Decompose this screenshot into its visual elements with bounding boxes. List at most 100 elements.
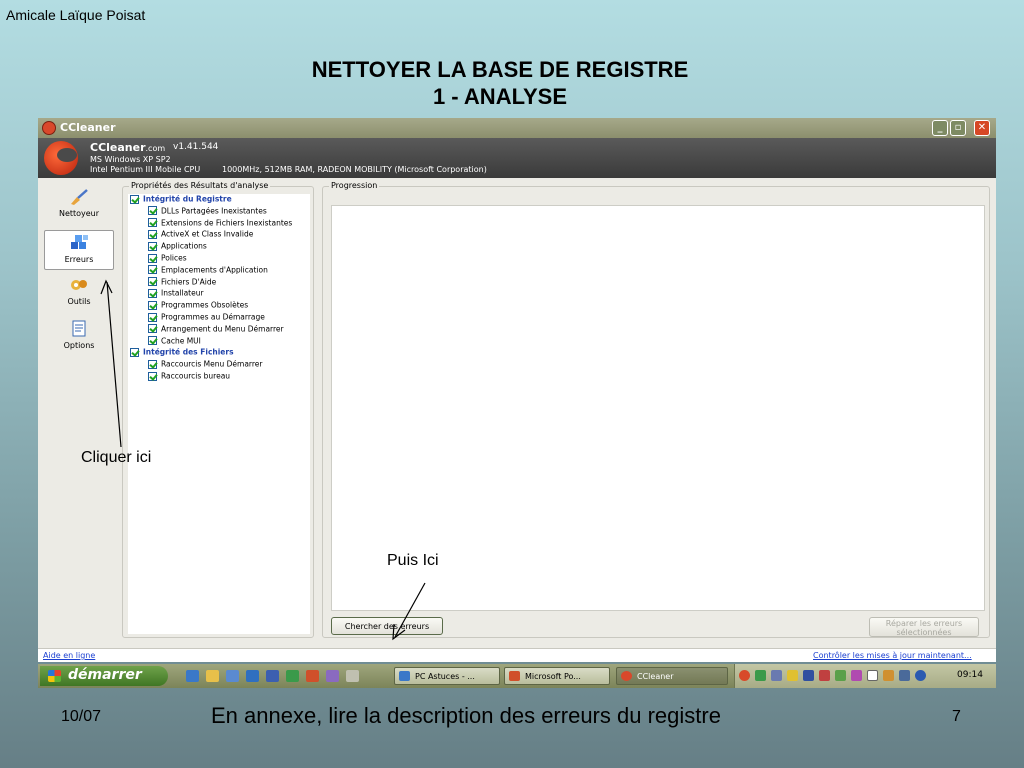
tree-item[interactable]: DLLs Partagées Inexistantes (148, 206, 267, 216)
taskbar-item-ccleaner[interactable]: CCleaner (616, 667, 728, 685)
task-label: Microsoft Po... (525, 672, 581, 681)
nav-label: Options (63, 341, 95, 350)
tree-item-label: Programmes Obsolètes (161, 300, 249, 310)
online-help-link[interactable]: Aide en ligne (43, 651, 95, 660)
tree-item-label: DLLs Partagées Inexistantes (161, 206, 267, 216)
slide-title: NETTOYER LA BASE DE REGISTRE 1 - ANALYSE (0, 56, 1000, 110)
minimize-button[interactable]: _ (932, 120, 948, 136)
quicklaunch-folder-icon[interactable] (206, 670, 219, 682)
quicklaunch-extra-icon[interactable] (346, 670, 359, 682)
tray-monitor-icon[interactable] (899, 670, 910, 681)
task-label: CCleaner (637, 672, 674, 681)
tree-item[interactable]: Emplacements d'Application (148, 265, 268, 275)
system-tray: 09:14 (734, 664, 996, 688)
checkbox[interactable] (148, 277, 157, 287)
nav-item-outils[interactable]: Outils (44, 276, 114, 314)
tree-item-label: Raccourcis bureau (161, 371, 231, 381)
start-label: démarrer (68, 667, 142, 683)
quicklaunch-browser-icon[interactable] (246, 670, 259, 682)
tree-item[interactable]: Intégrité des Fichiers (130, 347, 234, 357)
quicklaunch-desktop-icon[interactable] (226, 670, 239, 682)
ccleaner-icon (621, 671, 632, 681)
checkbox[interactable] (148, 324, 157, 334)
window-title: CCleaner (60, 121, 116, 134)
tray-app-icon[interactable] (851, 670, 862, 681)
quicklaunch-excel-icon[interactable] (286, 670, 299, 682)
checkbox[interactable] (148, 371, 157, 381)
start-button[interactable]: démarrer (40, 666, 168, 686)
tree-item-label: Extensions de Fichiers Inexistantes (161, 218, 293, 228)
slide-title-line-1: NETTOYER LA BASE DE REGISTRE (311, 57, 689, 82)
app-body: Nettoyeur Erreurs Outils Options Proprié… (38, 178, 996, 648)
tray-shield-icon[interactable] (803, 670, 814, 681)
nav-label: Nettoyeur (58, 209, 100, 218)
tree-item[interactable]: Polices (148, 253, 187, 263)
tree-item[interactable]: Extensions de Fichiers Inexistantes (148, 218, 292, 228)
tray-blank-icon[interactable] (867, 670, 878, 681)
checkbox[interactable] (148, 300, 157, 310)
checkbox[interactable] (130, 347, 139, 357)
checkbox[interactable] (148, 288, 157, 298)
nav-label: Erreurs (64, 255, 94, 264)
tree-item[interactable]: ActiveX et Class Invalide (148, 229, 253, 239)
taskbar-item-pc-astuces[interactable]: PC Astuces - ... (394, 667, 500, 685)
tray-arrow-icon[interactable] (739, 670, 750, 681)
checkbox[interactable] (148, 265, 157, 275)
tray-antivirus-icon[interactable] (819, 670, 830, 681)
maximize-button[interactable]: ▫ (950, 120, 966, 136)
annotation-click-here: Cliquer ici (81, 449, 152, 466)
tree-item[interactable]: Raccourcis bureau (148, 371, 230, 381)
tree-item[interactable]: Cache MUI (148, 336, 201, 346)
tree-item-label: Raccourcis Menu Démarrer (161, 359, 263, 369)
tray-messenger-icon[interactable] (755, 670, 766, 681)
checkbox[interactable] (148, 312, 157, 322)
tools-icon (71, 280, 87, 290)
quicklaunch-ie-icon[interactable] (186, 670, 199, 682)
repair-errors-button[interactable]: Réparer les erreurs sélectionnées (869, 617, 979, 637)
check-updates-link[interactable]: Contrôler les mises à jour maintenant... (813, 651, 972, 660)
checkbox[interactable] (148, 336, 157, 346)
checkbox[interactable] (148, 206, 157, 216)
nav-item-options[interactable]: Options (44, 320, 114, 358)
checkbox[interactable] (148, 241, 157, 251)
quicklaunch-powerpoint-icon[interactable] (306, 670, 319, 682)
quicklaunch-word-icon[interactable] (266, 670, 279, 682)
options-icon (72, 320, 86, 337)
tree-item[interactable]: Installateur (148, 288, 204, 298)
checkbox[interactable] (148, 229, 157, 239)
progress-panel (331, 205, 985, 611)
tray-update-icon[interactable] (835, 670, 846, 681)
tree-item[interactable]: Programmes Obsolètes (148, 300, 248, 310)
progress-legend: Progression (329, 181, 380, 190)
tree-item[interactable]: Fichiers D'Aide (148, 277, 216, 287)
app-cpu: Intel Pentium III Mobile CPU (90, 165, 201, 174)
window-titlebar[interactable]: CCleaner _ ▫ ✕ (38, 118, 996, 138)
tree-item[interactable]: Applications (148, 241, 207, 251)
tray-tools-icon[interactable] (883, 670, 894, 681)
ccleaner-logo-icon (44, 141, 78, 175)
tree-item[interactable]: Raccourcis Menu Démarrer (148, 359, 262, 369)
tree-item[interactable]: Programmes au Démarrage (148, 312, 265, 322)
tree-item-label: Applications (161, 241, 207, 251)
tray-volume-icon[interactable] (771, 670, 782, 681)
tree-item[interactable]: Arrangement du Menu Démarrer (148, 324, 284, 334)
close-button[interactable]: ✕ (974, 120, 990, 136)
nav-item-nettoyeur[interactable]: Nettoyeur (44, 188, 114, 228)
app-hardware: 1000MHz, 512MB RAM, RADEON MOBILITY (Mic… (222, 165, 487, 174)
repair-button-line-1: Réparer les erreurs (885, 619, 963, 628)
nav-item-erreurs[interactable]: Erreurs (44, 230, 114, 270)
footer-date: 10/07 (61, 708, 102, 725)
powerpoint-icon (509, 671, 520, 681)
tray-info-icon[interactable] (915, 670, 926, 681)
checkbox[interactable] (148, 218, 157, 228)
checkbox[interactable] (130, 194, 139, 204)
checkbox[interactable] (148, 359, 157, 369)
footer-caption: En annexe, lire la description des erreu… (211, 703, 721, 728)
taskbar-item-powerpoint[interactable]: Microsoft Po... (504, 667, 610, 685)
tree-item[interactable]: Intégrité du Registre (130, 194, 232, 204)
checkbox[interactable] (148, 253, 157, 263)
tray-network-icon[interactable] (787, 670, 798, 681)
quicklaunch-app-icon[interactable] (326, 670, 339, 682)
scan-errors-button[interactable]: Chercher des erreurs (331, 617, 443, 635)
tree-item-label: Intégrité des Fichiers (143, 347, 234, 357)
